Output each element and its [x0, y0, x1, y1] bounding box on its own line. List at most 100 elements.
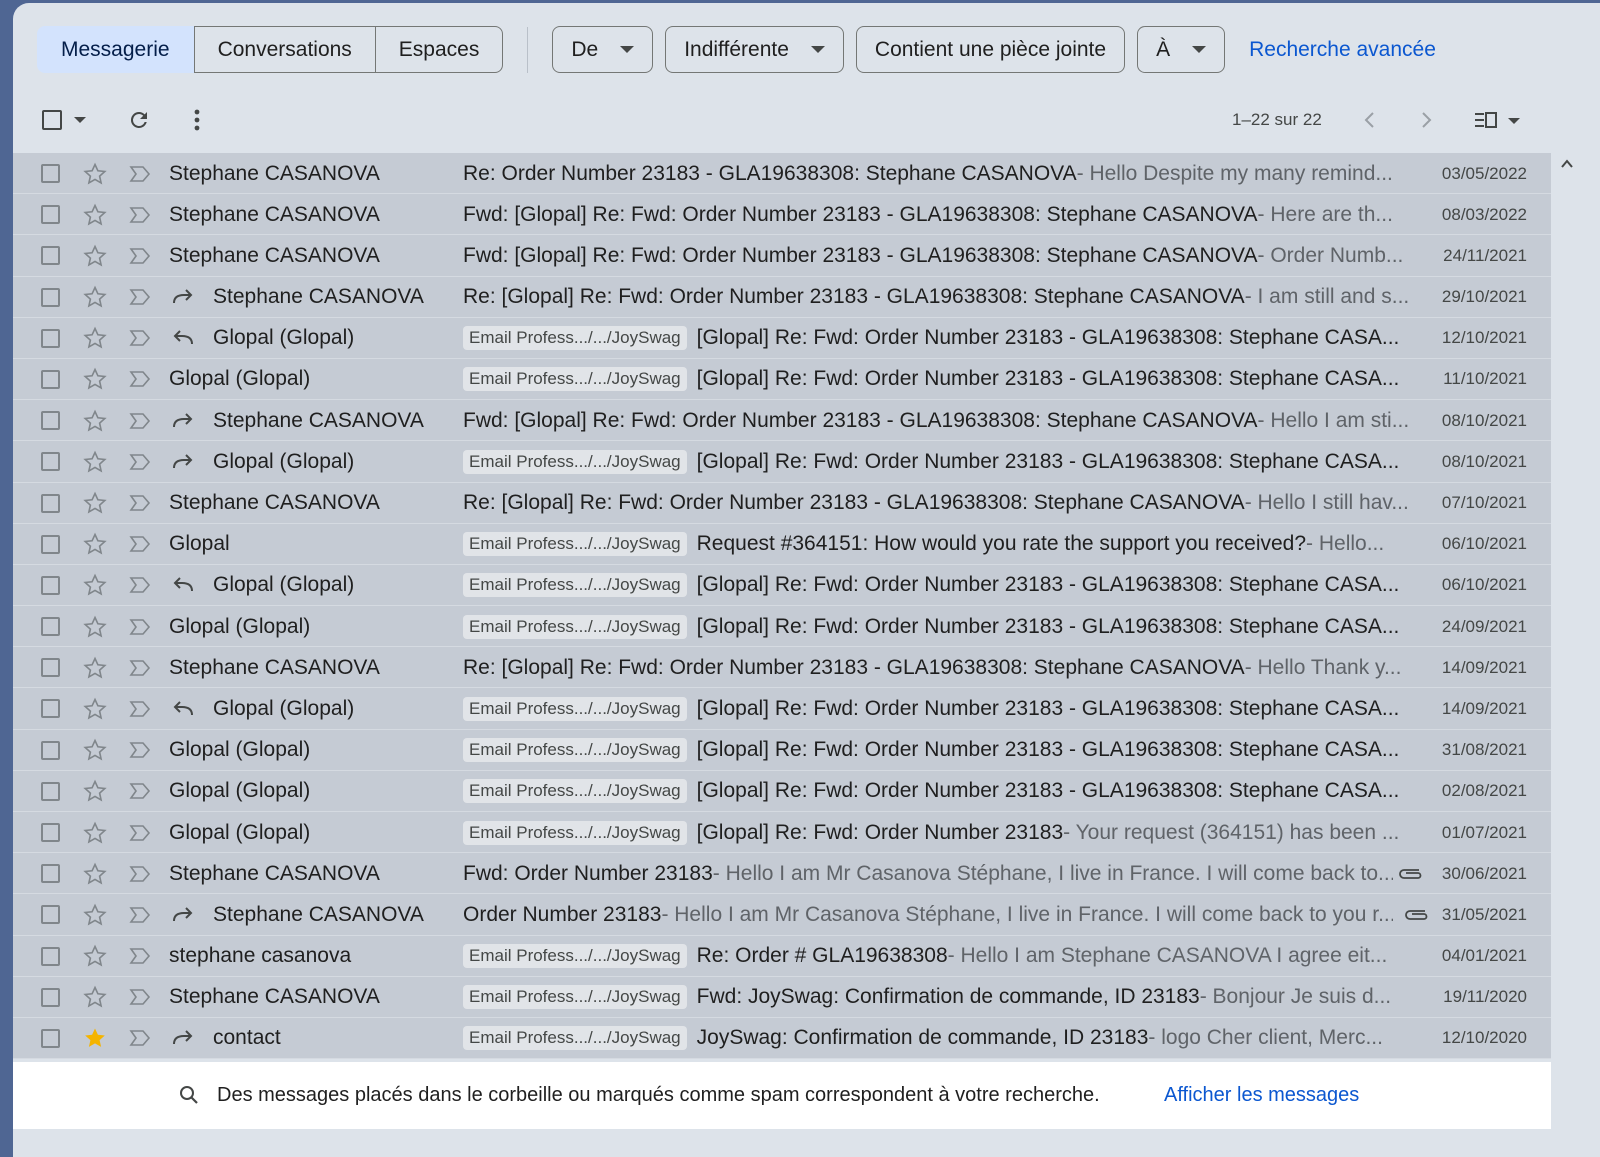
row-checkbox[interactable] — [41, 894, 61, 935]
label-chip[interactable]: Email Profess.../.../JoySwag — [463, 449, 687, 474]
star-icon[interactable] — [83, 565, 107, 606]
email-row[interactable]: Stephane CASANOVA Re: [Glopal] Re: Fwd: O… — [13, 647, 1551, 689]
scope-espaces[interactable]: Espaces — [374, 26, 504, 73]
label-chip[interactable]: Email Profess.../.../JoySwag — [463, 367, 687, 392]
important-marker-icon[interactable] — [129, 606, 151, 647]
row-checkbox[interactable] — [41, 441, 61, 482]
important-marker-icon[interactable] — [129, 441, 151, 482]
star-icon[interactable] — [83, 812, 107, 853]
more-options-icon[interactable] — [185, 95, 209, 145]
star-filled-icon[interactable] — [83, 1018, 107, 1059]
scope-messagerie[interactable]: Messagerie — [37, 26, 194, 73]
row-checkbox[interactable] — [41, 812, 61, 853]
important-marker-icon[interactable] — [129, 1018, 151, 1059]
star-icon[interactable] — [83, 235, 107, 276]
email-row[interactable]: Glopal (Glopal) Email Profess.../.../JoyS… — [13, 729, 1551, 771]
row-checkbox[interactable] — [41, 153, 61, 194]
label-chip[interactable]: Email Profess.../.../JoySwag — [463, 985, 687, 1010]
star-icon[interactable] — [83, 936, 107, 977]
to-filter-chip[interactable]: À — [1137, 26, 1226, 73]
email-row[interactable]: Glopal (Glopal) Email Profess.../.../JoyS… — [13, 770, 1551, 812]
email-row[interactable]: Glopal (Glopal) Email Profess.../.../JoyS… — [13, 812, 1551, 854]
email-row[interactable]: Stephane CASANOVA Re: Order Number 23183 … — [13, 153, 1551, 195]
email-row[interactable]: Stephane CASANOVA Re: [Glopal] Re: Fwd: O… — [13, 276, 1551, 318]
important-marker-icon[interactable] — [129, 318, 151, 359]
email-row[interactable]: Glopal (Glopal) Email Profess.../.../JoyS… — [13, 688, 1551, 730]
advanced-search-link[interactable]: Recherche avancée — [1249, 38, 1436, 62]
label-chip[interactable]: Email Profess.../.../JoySwag — [463, 573, 687, 598]
row-checkbox[interactable] — [41, 524, 61, 565]
email-row[interactable]: Stephane CASANOVA Fwd: [Glopal] Re: Fwd: … — [13, 235, 1551, 277]
label-chip[interactable]: Email Profess.../.../JoySwag — [463, 326, 687, 351]
email-row[interactable]: Stephane CASANOVA Order Number 23183 - He… — [13, 894, 1551, 936]
important-marker-icon[interactable] — [129, 730, 151, 771]
important-marker-icon[interactable] — [129, 647, 151, 688]
split-view-toggle-icon[interactable] — [1473, 95, 1525, 145]
star-icon[interactable] — [83, 441, 107, 482]
important-marker-icon[interactable] — [129, 565, 151, 606]
row-checkbox[interactable] — [41, 730, 61, 771]
select-all-checkbox[interactable] — [39, 95, 65, 145]
star-icon[interactable] — [83, 647, 107, 688]
row-checkbox[interactable] — [41, 688, 61, 729]
row-checkbox[interactable] — [41, 194, 61, 235]
email-row[interactable]: Glopal (Glopal) Email Profess.../.../JoyS… — [13, 606, 1551, 648]
important-marker-icon[interactable] — [129, 277, 151, 318]
show-messages-link[interactable]: Afficher les messages — [1164, 1084, 1359, 1107]
row-checkbox[interactable] — [41, 359, 61, 400]
email-row[interactable]: Stephane CASANOVA Fwd: Order Number 23183… — [13, 853, 1551, 895]
important-marker-icon[interactable] — [129, 194, 151, 235]
star-icon[interactable] — [83, 606, 107, 647]
row-checkbox[interactable] — [41, 235, 61, 276]
chevron-right-icon[interactable] — [1415, 95, 1439, 145]
select-dropdown-icon[interactable] — [73, 95, 87, 145]
row-checkbox[interactable] — [41, 606, 61, 647]
star-icon[interactable] — [83, 194, 107, 235]
star-icon[interactable] — [83, 853, 107, 894]
email-row[interactable]: Stephane CASANOVA Fwd: [Glopal] Re: Fwd: … — [13, 400, 1551, 442]
row-checkbox[interactable] — [41, 400, 61, 441]
star-icon[interactable] — [83, 153, 107, 194]
chevron-left-icon[interactable] — [1357, 95, 1381, 145]
important-marker-icon[interactable] — [129, 771, 151, 812]
important-marker-icon[interactable] — [129, 400, 151, 441]
row-checkbox[interactable] — [41, 771, 61, 812]
row-checkbox[interactable] — [41, 1018, 61, 1059]
label-chip[interactable]: Email Profess.../.../JoySwag — [463, 696, 687, 721]
email-row[interactable]: Glopal Email Profess.../.../JoySwag Reques… — [13, 523, 1551, 565]
important-marker-icon[interactable] — [129, 894, 151, 935]
star-icon[interactable] — [83, 400, 107, 441]
email-row[interactable]: Glopal (Glopal) Email Profess.../.../JoyS… — [13, 317, 1551, 359]
email-row[interactable]: Stephane CASANOVA Fwd: [Glopal] Re: Fwd: … — [13, 194, 1551, 236]
important-marker-icon[interactable] — [129, 936, 151, 977]
scroll-up-icon[interactable] — [1559, 156, 1575, 172]
important-marker-icon[interactable] — [129, 812, 151, 853]
attachment-filter-chip[interactable]: Contient une pièce jointe — [855, 26, 1126, 73]
star-icon[interactable] — [83, 730, 107, 771]
star-icon[interactable] — [83, 688, 107, 729]
row-checkbox[interactable] — [41, 853, 61, 894]
from-filter-chip[interactable]: De — [552, 26, 654, 73]
important-marker-icon[interactable] — [129, 483, 151, 524]
scope-conversations[interactable]: Conversations — [193, 26, 375, 73]
email-row[interactable]: stephane casanova Email Profess.../.../Jo… — [13, 935, 1551, 977]
label-chip[interactable]: Email Profess.../.../JoySwag — [463, 614, 687, 639]
row-checkbox[interactable] — [41, 277, 61, 318]
row-checkbox[interactable] — [41, 647, 61, 688]
important-marker-icon[interactable] — [129, 235, 151, 276]
refresh-icon[interactable] — [125, 95, 153, 145]
row-checkbox[interactable] — [41, 565, 61, 606]
email-row[interactable]: Stephane CASANOVA Re: [Glopal] Re: Fwd: O… — [13, 482, 1551, 524]
important-marker-icon[interactable] — [129, 977, 151, 1018]
label-chip[interactable]: Email Profess.../.../JoySwag — [463, 779, 687, 804]
star-icon[interactable] — [83, 277, 107, 318]
important-marker-icon[interactable] — [129, 853, 151, 894]
email-row[interactable]: Stephane CASANOVA Email Profess.../.../Jo… — [13, 976, 1551, 1018]
star-icon[interactable] — [83, 771, 107, 812]
star-icon[interactable] — [83, 483, 107, 524]
star-icon[interactable] — [83, 524, 107, 565]
important-marker-icon[interactable] — [129, 524, 151, 565]
star-icon[interactable] — [83, 977, 107, 1018]
important-marker-icon[interactable] — [129, 688, 151, 729]
row-checkbox[interactable] — [41, 977, 61, 1018]
